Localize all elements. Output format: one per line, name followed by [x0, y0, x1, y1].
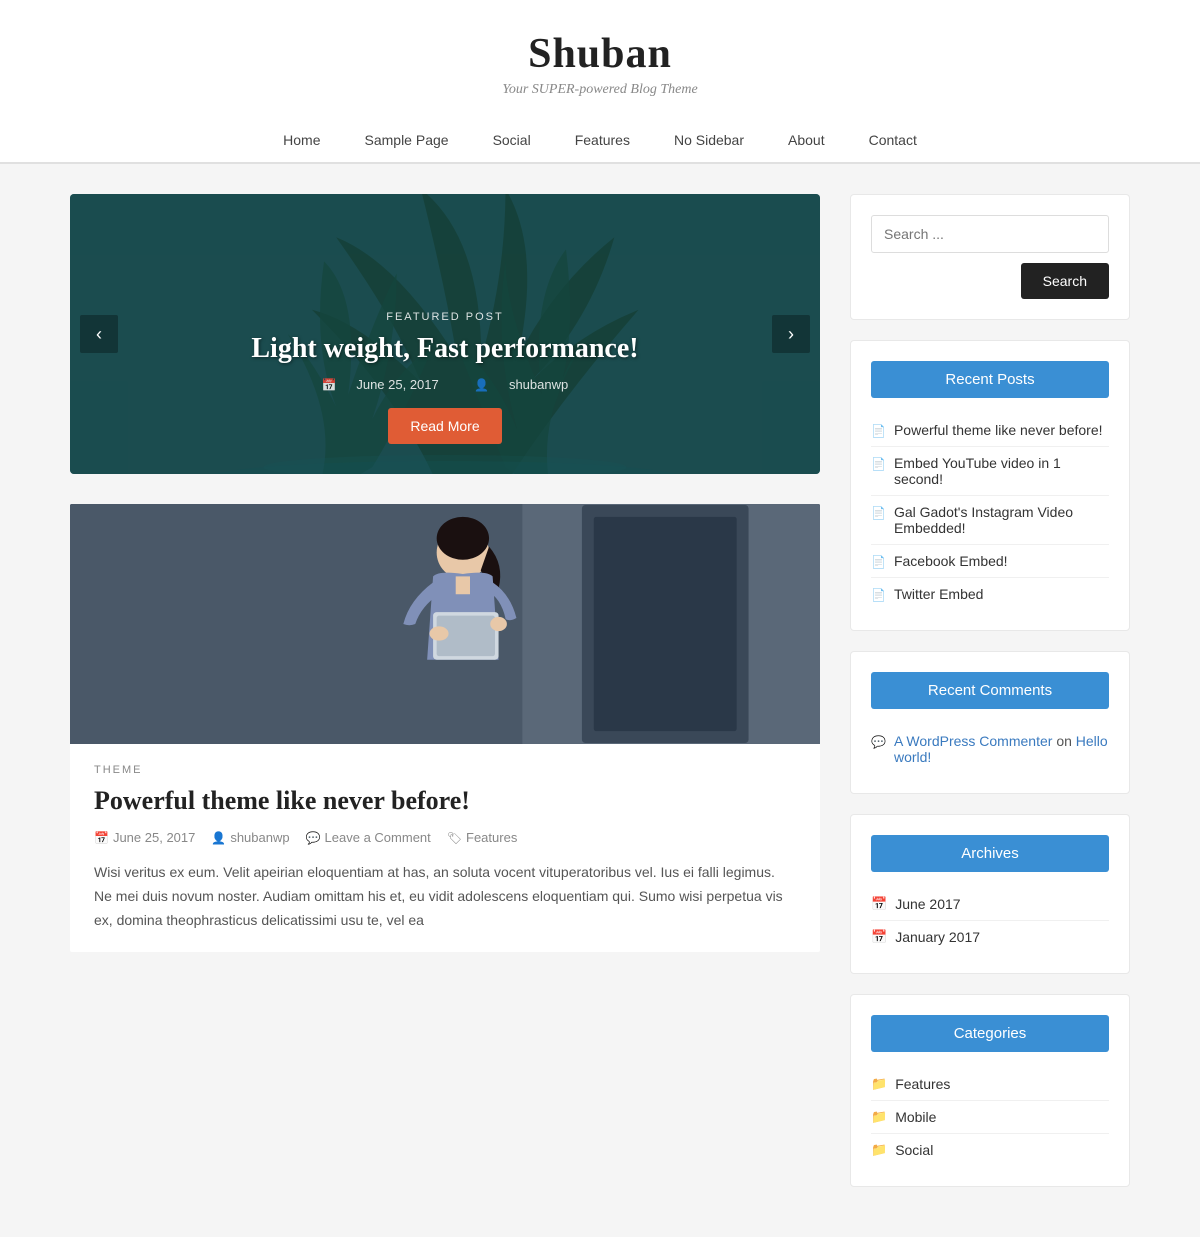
post-date: 📅 June 25, 2017	[94, 830, 195, 845]
list-item: 📄 Facebook Embed!	[871, 545, 1109, 578]
recent-post-link[interactable]: Powerful theme like never before!	[894, 422, 1103, 438]
post-image	[70, 504, 820, 744]
nav-link[interactable]: About	[766, 118, 847, 162]
list-item: 📄 Gal Gadot's Instagram Video Embedded!	[871, 496, 1109, 545]
post-category: THEME	[94, 764, 796, 776]
archive-link[interactable]: January 2017	[895, 929, 980, 945]
slider-date: 📅 June 25, 2017	[314, 377, 451, 392]
user-icon: 👤	[474, 378, 489, 392]
list-item: 💬A WordPress Commenter on Hello world!	[871, 725, 1109, 773]
post-tag-link[interactable]: Features	[466, 830, 517, 845]
recent-posts-widget: Recent Posts 📄 Powerful theme like never …	[850, 340, 1130, 631]
nav-link[interactable]: Contact	[847, 118, 939, 162]
read-more-button[interactable]: Read More	[388, 408, 501, 444]
comment-icon-post: 💬	[306, 831, 321, 845]
archives-title: Archives	[871, 835, 1109, 872]
recent-comments-list: 💬A WordPress Commenter on Hello world!	[871, 725, 1109, 773]
recent-post-link[interactable]: Embed YouTube video in 1 second!	[894, 455, 1109, 487]
doc-icon: 📄	[871, 506, 886, 520]
folder-icon: 📁	[871, 1109, 887, 1125]
list-item: 📁 Social	[871, 1134, 1109, 1166]
featured-slider: ‹ › FEATURED POST Light weight, Fast per…	[70, 194, 820, 474]
nav-link[interactable]: Social	[471, 118, 553, 162]
post-tag: 🏷 Features	[447, 830, 518, 845]
nav-item: Home	[261, 118, 342, 162]
search-widget: Search	[850, 194, 1130, 320]
post-author: 👤 shubanwp	[211, 830, 289, 845]
doc-icon: 📄	[871, 424, 886, 438]
list-item: 📄 Powerful theme like never before!	[871, 414, 1109, 447]
calendar-icon: 📅	[871, 896, 887, 912]
recent-comments-widget: Recent Comments 💬A WordPress Commenter o…	[850, 651, 1130, 794]
tag-icon-post: 🏷	[447, 831, 462, 845]
search-form: Search	[871, 215, 1109, 299]
post-comment: 💬 Leave a Comment	[306, 830, 431, 845]
post-meta: 📅 June 25, 2017 👤 shubanwp 💬 Leave a Com…	[94, 830, 796, 845]
archive-link[interactable]: June 2017	[895, 896, 960, 912]
category-link[interactable]: Mobile	[895, 1109, 936, 1125]
recent-comments-title: Recent Comments	[871, 672, 1109, 709]
post-title: Powerful theme like never before!	[94, 786, 796, 816]
nav-item: About	[766, 118, 847, 162]
nav-link[interactable]: Sample Page	[343, 118, 471, 162]
site-header: Shuban Your SUPER-powered Blog Theme Hom…	[0, 0, 1200, 163]
main-content: ‹ › FEATURED POST Light weight, Fast per…	[70, 194, 820, 1207]
main-container: ‹ › FEATURED POST Light weight, Fast per…	[50, 164, 1150, 1237]
nav-item: Contact	[847, 118, 939, 162]
slider-title: Light weight, Fast performance!	[110, 333, 780, 365]
slider-author: 👤 shubanwp	[466, 377, 576, 392]
post-comment-link[interactable]: Leave a Comment	[325, 830, 431, 845]
post-card: THEME Powerful theme like never before! …	[70, 504, 820, 952]
folder-icon: 📁	[871, 1142, 887, 1158]
post-title-link[interactable]: Powerful theme like never before!	[94, 786, 470, 815]
nav-link[interactable]: No Sidebar	[652, 118, 766, 162]
calendar-icon: 📅	[871, 929, 887, 945]
categories-list: 📁 Features 📁 Mobile 📁 Social	[871, 1068, 1109, 1166]
list-item: 📁 Features	[871, 1068, 1109, 1101]
nav-item: No Sidebar	[652, 118, 766, 162]
folder-icon: 📁	[871, 1076, 887, 1092]
nav-item: Sample Page	[343, 118, 471, 162]
list-item: 📅 June 2017	[871, 888, 1109, 921]
nav-link[interactable]: Features	[553, 118, 652, 162]
site-tagline: Your SUPER-powered Blog Theme	[20, 82, 1180, 98]
featured-label: FEATURED POST	[110, 311, 780, 323]
nav-link[interactable]: Home	[261, 118, 342, 162]
doc-icon: 📄	[871, 588, 886, 602]
doc-icon: 📄	[871, 457, 886, 471]
category-link[interactable]: Social	[895, 1142, 933, 1158]
comment-icon: 💬	[871, 735, 886, 749]
list-item: 📄 Twitter Embed	[871, 578, 1109, 610]
slider-meta: 📅 June 25, 2017 👤 shubanwp	[110, 377, 780, 392]
calendar-icon: 📅	[322, 378, 337, 392]
recent-posts-list: 📄 Powerful theme like never before! 📄 Embed…	[871, 414, 1109, 610]
search-input[interactable]	[871, 215, 1109, 253]
category-link[interactable]: Features	[895, 1076, 950, 1092]
doc-icon: 📄	[871, 555, 886, 569]
user-icon-post: 👤	[211, 831, 226, 845]
list-item: 📁 Mobile	[871, 1101, 1109, 1134]
calendar-icon-post: 📅	[94, 831, 109, 845]
list-item: 📅 January 2017	[871, 921, 1109, 953]
archives-widget: Archives 📅 June 2017 📅 January 2017	[850, 814, 1130, 974]
categories-title: Categories	[871, 1015, 1109, 1052]
post-body: THEME Powerful theme like never before! …	[70, 744, 820, 952]
recent-posts-title: Recent Posts	[871, 361, 1109, 398]
search-button[interactable]: Search	[1021, 263, 1109, 299]
comment-author-link[interactable]: A WordPress Commenter	[894, 733, 1052, 749]
list-item: 📄 Embed YouTube video in 1 second!	[871, 447, 1109, 496]
main-nav: HomeSample PageSocialFeaturesNo SidebarA…	[20, 118, 1180, 162]
recent-post-link[interactable]: Twitter Embed	[894, 586, 983, 602]
nav-item: Social	[471, 118, 553, 162]
recent-post-link[interactable]: Facebook Embed!	[894, 553, 1008, 569]
slider-content: FEATURED POST Light weight, Fast perform…	[70, 281, 820, 474]
post-excerpt: Wisi veritus ex eum. Velit apeirian eloq…	[94, 861, 796, 932]
archives-list: 📅 June 2017 📅 January 2017	[871, 888, 1109, 953]
recent-post-link[interactable]: Gal Gadot's Instagram Video Embedded!	[894, 504, 1109, 536]
categories-widget: Categories 📁 Features 📁 Mobile 📁 Social	[850, 994, 1130, 1187]
site-title: Shuban	[20, 30, 1180, 78]
sidebar: Search Recent Posts 📄 Powerful theme like…	[850, 194, 1130, 1207]
nav-item: Features	[553, 118, 652, 162]
